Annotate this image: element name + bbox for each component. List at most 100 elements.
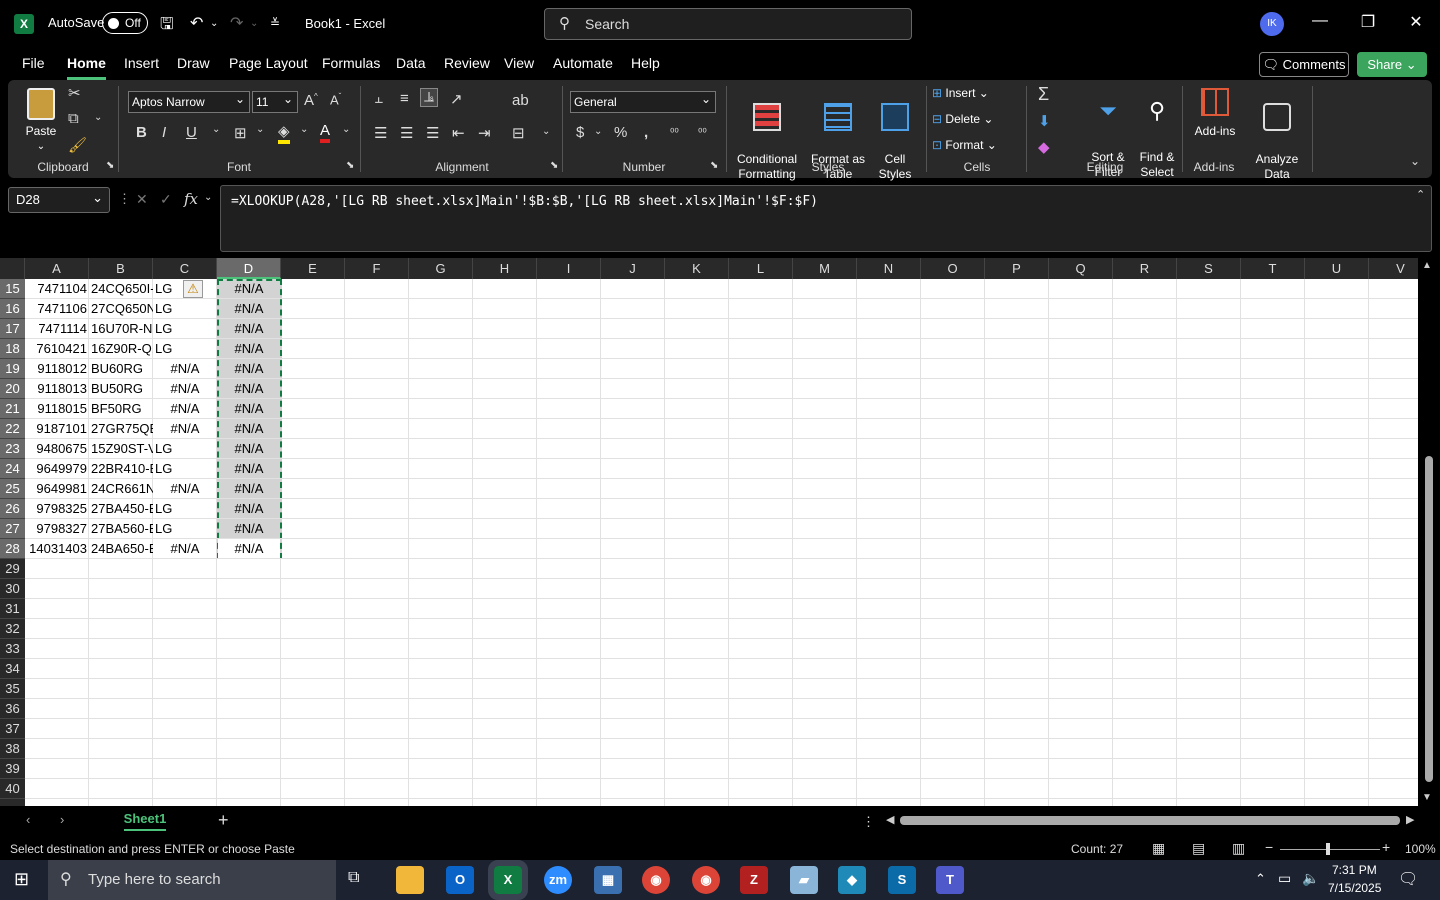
collapse-formula-icon[interactable]: ⌃: [1416, 188, 1425, 201]
row-header[interactable]: 27: [0, 519, 25, 539]
outlook-icon[interactable]: O: [446, 866, 474, 894]
taskbar-search[interactable]: ⚲ Type here to search: [48, 860, 336, 900]
cell-b23[interactable]: 15Z90ST-V: [89, 439, 153, 459]
cell-c27[interactable]: LG: [153, 519, 217, 539]
row-header[interactable]: 32: [0, 619, 25, 639]
underline-icon[interactable]: U: [186, 124, 197, 141]
vertical-scroll-thumb[interactable]: [1425, 456, 1433, 782]
cell-c18[interactable]: LG: [153, 339, 217, 359]
cell-b24[interactable]: 22BR410-E: [89, 459, 153, 479]
row-header[interactable]: 23: [0, 439, 25, 459]
column-header-a[interactable]: A: [25, 258, 89, 279]
cell-a15[interactable]: 7471104: [25, 279, 89, 299]
cell-a28[interactable]: 14031403: [25, 539, 89, 559]
zoom-slider[interactable]: [1280, 849, 1380, 850]
currency-icon[interactable]: $: [576, 124, 584, 141]
app-hex-icon[interactable]: ◆: [838, 866, 866, 894]
column-header-t[interactable]: T: [1241, 258, 1305, 279]
customize-toolbar-icon[interactable]: ≚: [270, 16, 280, 30]
column-header-k[interactable]: K: [665, 258, 729, 279]
cell-a16[interactable]: 7471106: [25, 299, 89, 319]
cell-c28[interactable]: #N/A: [153, 539, 217, 559]
excel-taskbar-icon[interactable]: X: [488, 860, 528, 900]
cell-b19[interactable]: BU60RG: [89, 359, 153, 379]
column-header-g[interactable]: G: [409, 258, 473, 279]
cell-d16[interactable]: #N/A: [217, 299, 281, 319]
task-view-icon[interactable]: ⧉: [348, 869, 359, 887]
cell-a26[interactable]: 9798325: [25, 499, 89, 519]
filezilla-icon[interactable]: Z: [740, 866, 768, 894]
cell-d22[interactable]: #N/A: [217, 419, 281, 439]
scroll-left-icon[interactable]: ◀: [886, 813, 894, 826]
align-right-icon[interactable]: ☰: [426, 124, 439, 142]
minimize-icon[interactable]: —: [1308, 12, 1332, 30]
clock-date[interactable]: 7/15/2025: [1328, 881, 1381, 895]
increase-decimal-icon[interactable]: ⁰⁰: [670, 126, 679, 139]
column-header-e[interactable]: E: [281, 258, 345, 279]
row-header[interactable]: 28: [0, 539, 25, 559]
increase-font-icon[interactable]: A^: [304, 92, 318, 109]
redo-dropdown-icon[interactable]: ⌄: [250, 18, 258, 29]
row-header[interactable]: 30: [0, 579, 25, 599]
column-header-f[interactable]: F: [345, 258, 409, 279]
wrap-text-icon[interactable]: ab: [512, 92, 529, 109]
scroll-up-icon[interactable]: ▲: [1422, 260, 1432, 271]
cell-a19[interactable]: 9118012: [25, 359, 89, 379]
percent-icon[interactable]: %: [614, 124, 627, 141]
insert-cells-button[interactable]: ⊞ Insert ⌄: [932, 86, 989, 101]
collapse-ribbon-icon[interactable]: ⌄: [1410, 154, 1420, 168]
row-header[interactable]: 34: [0, 659, 25, 679]
row-header[interactable]: 38: [0, 739, 25, 759]
row-header[interactable]: 22: [0, 419, 25, 439]
cell-b18[interactable]: 16Z90R-Q.: [89, 339, 153, 359]
share-button[interactable]: Share ⌄: [1357, 52, 1427, 77]
name-box-dropdown-icon[interactable]: ⌄: [92, 186, 103, 210]
comments-button[interactable]: 🗨 Comments: [1259, 52, 1349, 77]
decrease-indent-icon[interactable]: ⇤: [452, 124, 465, 142]
cell-d24[interactable]: #N/A: [217, 459, 281, 479]
comma-icon[interactable]: ,: [644, 124, 648, 141]
cell-c16[interactable]: LG: [153, 299, 217, 319]
align-center-icon[interactable]: ☰: [400, 124, 413, 142]
close-icon[interactable]: ✕: [1404, 12, 1428, 32]
cell-a17[interactable]: 7471114: [25, 319, 89, 339]
cell-a23[interactable]: 9480675: [25, 439, 89, 459]
copy-icon[interactable]: ⧉: [68, 110, 79, 127]
tab-insert[interactable]: Insert: [124, 55, 159, 71]
column-header-c[interactable]: C: [153, 258, 217, 279]
tab-page-layout[interactable]: Page Layout: [229, 55, 308, 71]
undo-dropdown-icon[interactable]: ⌄: [210, 18, 218, 29]
cut-icon[interactable]: ✂: [68, 84, 81, 102]
font-color-icon[interactable]: A: [320, 122, 331, 143]
number-format-select[interactable]: General: [570, 89, 716, 113]
format-painter-icon[interactable]: 🖌: [68, 136, 87, 154]
tab-home[interactable]: Home: [67, 55, 106, 80]
cell-c22[interactable]: #N/A: [153, 419, 217, 439]
zoom-slider-thumb[interactable]: [1326, 843, 1330, 855]
cell-c19[interactable]: #N/A: [153, 359, 217, 379]
format-cells-button[interactable]: ⊡ Format ⌄: [932, 138, 997, 153]
row-header[interactable]: 20: [0, 379, 25, 399]
cell-d26[interactable]: #N/A: [217, 499, 281, 519]
number-launcher-icon[interactable]: ⬊: [710, 160, 718, 171]
cell-c24[interactable]: LG: [153, 459, 217, 479]
analyze-data-button[interactable]: Analyze Data: [1250, 88, 1304, 182]
paste-button[interactable]: Paste ⌄: [22, 88, 60, 158]
column-header-o[interactable]: O: [921, 258, 985, 279]
cell-b22[interactable]: 27GR75QE: [89, 419, 153, 439]
font-launcher-icon[interactable]: ⬊: [346, 160, 354, 171]
underline-dropdown-icon[interactable]: ⌄: [212, 124, 220, 135]
worksheet-grid[interactable]: ABCDEFGHIJKLMNOPQRSTUV 15 16 17 18 19 20 21 22 2…: [0, 258, 1418, 806]
cell-a18[interactable]: 7610421: [25, 339, 89, 359]
cell-c23[interactable]: LG: [153, 439, 217, 459]
cell-d15[interactable]: #N/A: [217, 279, 281, 299]
tab-file[interactable]: File: [22, 55, 45, 71]
cell-a20[interactable]: 9118013: [25, 379, 89, 399]
column-header-h[interactable]: H: [473, 258, 537, 279]
orientation-icon[interactable]: ↗: [450, 90, 463, 108]
cell-c17[interactable]: LG: [153, 319, 217, 339]
align-top-icon[interactable]: ⫠: [374, 90, 383, 107]
notepad-icon[interactable]: ▰: [790, 866, 818, 894]
row-header[interactable]: 24: [0, 459, 25, 479]
row-header[interactable]: 39: [0, 759, 25, 779]
